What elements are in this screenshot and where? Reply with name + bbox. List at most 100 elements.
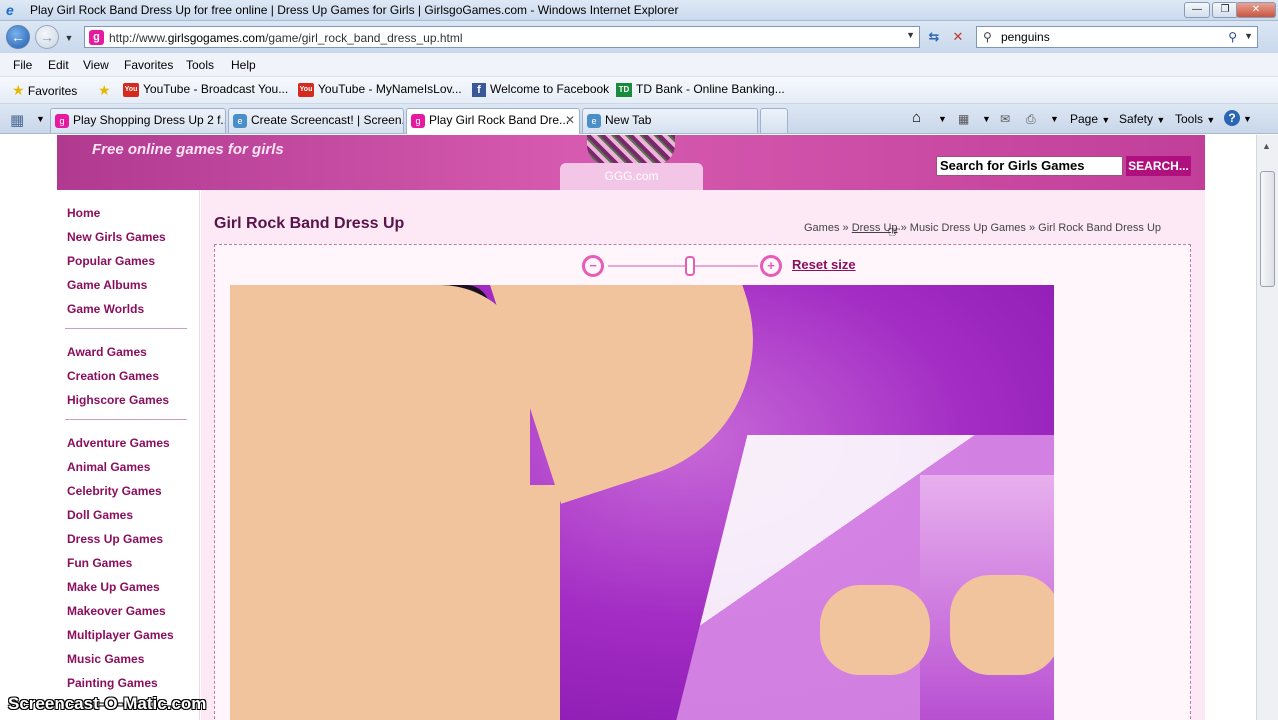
site-search-button[interactable]: SEARCH... — [1126, 156, 1191, 176]
search-input[interactable] — [1001, 29, 1211, 45]
zoom-out-icon[interactable]: − — [582, 255, 604, 277]
sidebar-item-doll-games[interactable]: Doll Games — [67, 508, 133, 522]
page-title: Girl Rock Band Dress Up — [214, 215, 405, 232]
site-logo[interactable]: GGG.com — [560, 163, 703, 190]
favorite-td-bank[interactable]: TD TD Bank - Online Banking... — [616, 82, 785, 97]
sidebar-item-new-girls-games[interactable]: New Girls Games — [67, 230, 166, 244]
favorite-youtube-2[interactable]: You YouTube - MyNameIsLov... — [298, 82, 462, 97]
back-button[interactable]: ← — [6, 25, 30, 49]
scroll-up-arrow[interactable]: ▲ — [1262, 141, 1271, 151]
open-new-tab-button[interactable] — [760, 108, 788, 133]
tab-new-tab[interactable]: e New Tab — [582, 108, 758, 133]
hand-cursor-icon: ☞ — [887, 224, 902, 241]
read-mail-icon[interactable]: ✉ — [1000, 112, 1010, 126]
page-viewport: Free online games for girls GGG.com Sear… — [0, 135, 1256, 720]
favorites-button[interactable]: ★ Favorites — [12, 82, 77, 99]
sidebar-item-game-worlds[interactable]: Game Worlds — [67, 302, 144, 316]
breadcrumb-music-dress-up[interactable]: Music Dress Up Games — [910, 222, 1026, 234]
menu-help[interactable]: Help — [231, 58, 256, 72]
page-menu[interactable]: Page ▼ — [1070, 112, 1110, 126]
menu-bar: File Edit View Favorites Tools Help — [0, 53, 1278, 77]
compatibility-view-icon[interactable]: ⇆ — [924, 27, 944, 47]
search-options-dropdown[interactable]: ▼ — [1244, 31, 1253, 41]
help-icon[interactable]: ? — [1224, 110, 1240, 126]
minimize-button[interactable]: — — [1184, 2, 1210, 18]
safety-menu[interactable]: Safety ▼ — [1119, 112, 1165, 126]
sidebar-divider — [65, 328, 187, 329]
sidebar-item-celebrity-games[interactable]: Celebrity Games — [67, 484, 162, 498]
close-window-button[interactable]: ✕ — [1236, 2, 1276, 18]
feeds-dropdown[interactable]: ▼ — [982, 114, 991, 124]
site-search-input[interactable]: Search for Girls Games — [936, 156, 1123, 176]
sidebar-item-music-games[interactable]: Music Games — [67, 652, 144, 666]
sidebar-item-make-up-games[interactable]: Make Up Games — [67, 580, 160, 594]
sidebar-item-creation-games[interactable]: Creation Games — [67, 369, 159, 383]
restore-button[interactable]: ❐ — [1212, 2, 1238, 18]
print-dropdown[interactable]: ▼ — [1050, 114, 1059, 124]
sidebar-item-award-games[interactable]: Award Games — [67, 345, 147, 359]
tab-shopping-dress-up[interactable]: g Play Shopping Dress Up 2 f... — [50, 108, 226, 133]
screencast-icon: e — [233, 113, 247, 128]
site-header: Free online games for girls GGG.com Sear… — [57, 135, 1205, 190]
menu-view[interactable]: View — [83, 58, 109, 72]
sidebar-item-animal-games[interactable]: Animal Games — [67, 460, 150, 474]
quick-tabs-icon[interactable]: ▦ — [10, 111, 24, 129]
zoom-in-icon[interactable]: + — [760, 255, 782, 277]
favorite-youtube-1[interactable]: You YouTube - Broadcast You... — [123, 82, 288, 97]
sidebar-item-popular-games[interactable]: Popular Games — [67, 254, 155, 268]
search-go-icon[interactable]: ⚲ — [1228, 30, 1237, 44]
favorite-facebook[interactable]: f Welcome to Facebook — [472, 82, 609, 97]
character-fist — [820, 585, 930, 675]
sidebar-item-dress-up-games[interactable]: Dress Up Games — [67, 532, 163, 546]
stop-icon[interactable]: ✕ — [948, 27, 968, 47]
close-tab-icon[interactable]: ✕ — [565, 109, 575, 132]
address-input[interactable]: g http://www.girlsgogames.com/game/girl_… — [84, 26, 920, 48]
window-title-bar: e Play Girl Rock Band Dress Up for free … — [0, 0, 1278, 21]
sidebar-item-fun-games[interactable]: Fun Games — [67, 556, 132, 570]
menu-favorites[interactable]: Favorites — [124, 58, 173, 72]
youtube-icon: You — [123, 82, 139, 97]
help-dropdown[interactable]: ▼ — [1243, 114, 1252, 124]
sidebar-nav: Home New Girls Games Popular Games Game … — [57, 190, 200, 720]
address-dropdown-icon[interactable]: ▼ — [906, 30, 915, 40]
sidebar-item-game-albums[interactable]: Game Albums — [67, 278, 147, 292]
menu-file[interactable]: File — [13, 58, 32, 72]
tab-screencast[interactable]: e Create Screencast! | Screen... — [228, 108, 404, 133]
girlsgogames-icon: g — [55, 113, 69, 128]
zoom-slider-handle[interactable] — [685, 256, 695, 276]
zoom-slider-track[interactable] — [608, 265, 758, 267]
sidebar-item-home[interactable]: Home — [67, 206, 100, 220]
youtube-icon: You — [298, 82, 314, 97]
sidebar-item-painting-games[interactable]: Painting Games — [67, 676, 158, 690]
feeds-icon[interactable]: ▦ — [958, 112, 969, 126]
recent-pages-dropdown[interactable]: ▼ — [63, 27, 75, 51]
sidebar-item-multiplayer-games[interactable]: Multiplayer Games — [67, 628, 174, 642]
new-tab-icon: e — [587, 113, 601, 128]
sidebar-item-adventure-games[interactable]: Adventure Games — [67, 436, 170, 450]
forward-button[interactable]: → — [35, 25, 59, 49]
scrollbar-thumb[interactable] — [1260, 171, 1275, 287]
tab-list-dropdown[interactable]: ▼ — [36, 114, 45, 124]
home-dropdown[interactable]: ▼ — [938, 114, 947, 124]
sidebar-item-makeover-games[interactable]: Makeover Games — [67, 604, 166, 618]
game-canvas[interactable] — [230, 285, 1054, 720]
tab-girl-rock-band[interactable]: g Play Girl Rock Band Dre... ✕ — [406, 108, 580, 134]
character-torso — [230, 285, 530, 720]
reset-size-link[interactable]: Reset size — [792, 257, 856, 272]
sidebar-item-highscore-games[interactable]: Highscore Games — [67, 393, 169, 407]
sidebar-divider — [65, 419, 187, 420]
character-fist — [950, 575, 1054, 675]
tab-bar: ▦ ▼ g Play Shopping Dress Up 2 f... e Crea… — [0, 104, 1278, 134]
screencast-watermark: Screencast-O-Matic.com — [8, 694, 207, 713]
tools-menu[interactable]: Tools ▼ — [1175, 112, 1215, 126]
menu-tools[interactable]: Tools — [186, 58, 214, 72]
breadcrumb-games[interactable]: Games — [804, 222, 839, 234]
add-to-favorites-icon[interactable]: ★ — [98, 82, 111, 99]
facebook-icon: f — [472, 82, 486, 97]
address-toolbar: ← → ▼ g http://www.girlsgogames.com/game… — [0, 21, 1278, 53]
home-icon[interactable]: ⌂ — [912, 109, 921, 126]
menu-edit[interactable]: Edit — [48, 58, 69, 72]
vertical-scrollbar[interactable]: ▲ — [1256, 135, 1278, 720]
breadcrumb: Games » Dress Up » Music Dress Up Games … — [804, 222, 1161, 234]
print-icon[interactable]: ⎙ — [1026, 112, 1036, 127]
